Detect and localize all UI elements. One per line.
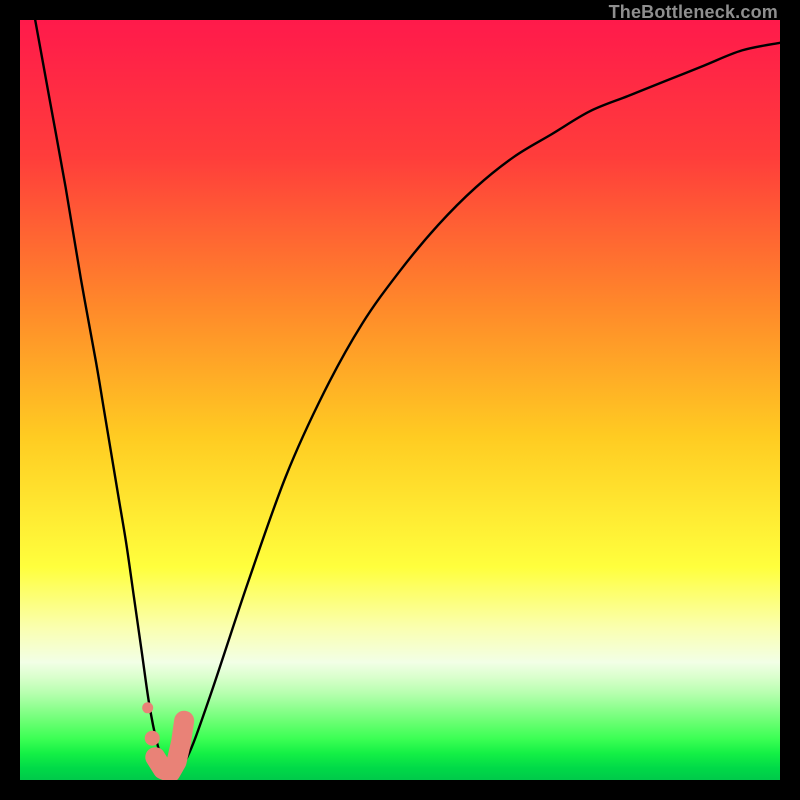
plot-container — [20, 20, 780, 780]
minimum-dot — [142, 702, 153, 713]
chart-svg — [20, 20, 780, 780]
gradient-background — [20, 20, 780, 780]
minimum-dot — [145, 731, 160, 746]
chart-frame: TheBottleneck.com — [0, 0, 800, 800]
watermark-text: TheBottleneck.com — [609, 2, 778, 23]
